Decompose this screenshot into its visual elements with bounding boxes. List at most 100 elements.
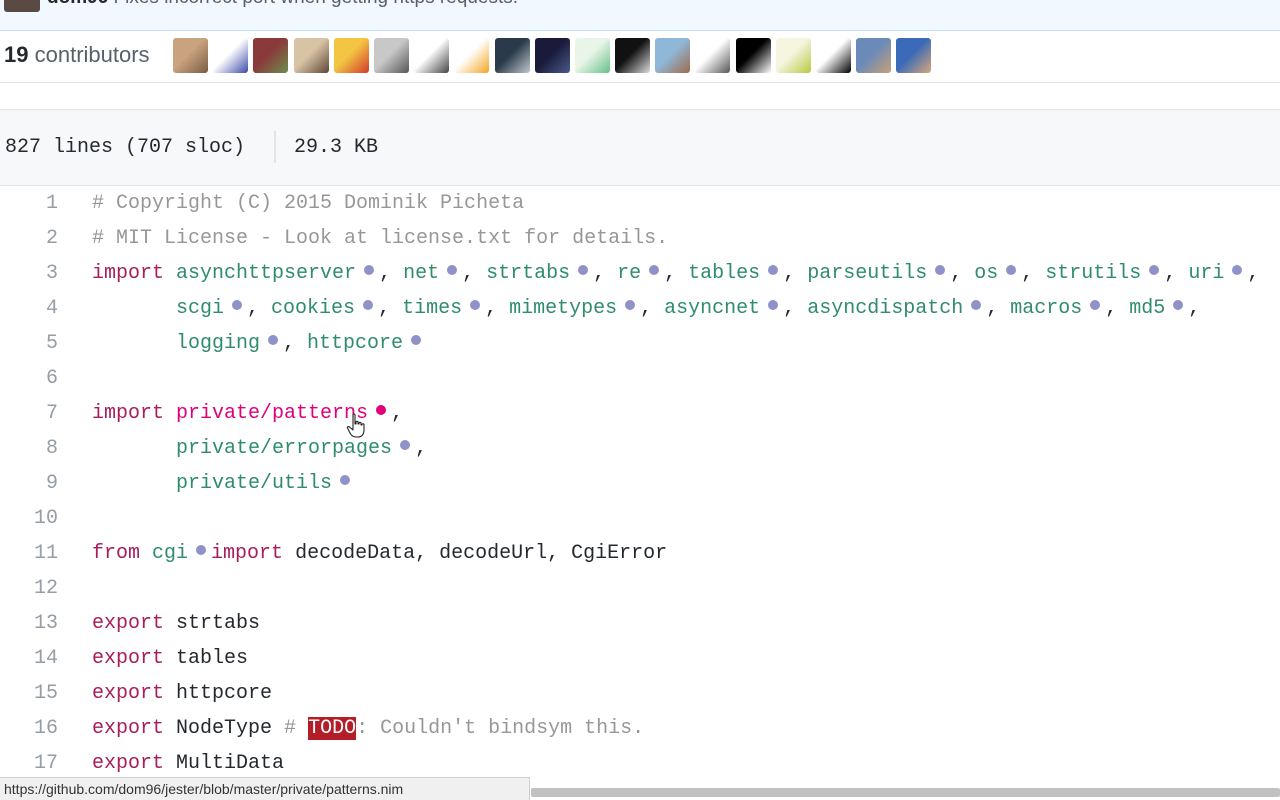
module-link[interactable]: times [402, 297, 462, 320]
line-number[interactable]: 10 [8, 507, 58, 530]
module-link[interactable]: asynchttpserver [176, 262, 356, 285]
contributor-avatar[interactable] [213, 38, 249, 73]
contributor-avatar[interactable] [414, 38, 450, 73]
line-number[interactable]: 13 [8, 612, 58, 635]
code-token: , [283, 332, 308, 355]
contributor-avatar[interactable] [735, 38, 771, 73]
horizontal-scrollbar[interactable] [531, 788, 1280, 797]
code-token: , [462, 262, 487, 285]
module-link[interactable]: md5 [1129, 297, 1165, 320]
module-link[interactable]: macros [1010, 297, 1082, 320]
code-line: 10 [0, 501, 1280, 536]
contributor-avatar[interactable] [253, 38, 289, 73]
module-link[interactable]: os [974, 262, 998, 285]
module-link[interactable]: private/errorpages [176, 437, 392, 460]
code-token: , [1105, 297, 1130, 320]
contributor-avatar[interactable] [534, 38, 570, 73]
commit-author-link[interactable]: dom96 [47, 0, 108, 8]
module-link[interactable]: mimetypes [509, 297, 617, 320]
module-link[interactable]: asyncdispatch [807, 297, 963, 320]
contributors-link[interactable]: 19 contributors [4, 42, 150, 68]
module-link[interactable]: private/patterns [176, 402, 368, 425]
contributor-avatar[interactable] [615, 38, 651, 73]
status-bar-url: https://github.com/dom96/jester/blob/mas… [0, 777, 530, 800]
module-link[interactable]: cgi [152, 542, 188, 565]
module-link[interactable]: httpcore [307, 332, 403, 355]
module-link[interactable]: cookies [271, 297, 355, 320]
code-content: export NodeType # TODO: Couldn't bindsym… [92, 717, 644, 740]
line-number[interactable]: 7 [8, 402, 58, 425]
contributor-avatar[interactable] [373, 38, 409, 73]
line-number[interactable]: 16 [8, 717, 58, 740]
module-marker-icon [364, 265, 375, 275]
contributor-avatar[interactable] [173, 38, 208, 73]
module-marker-icon [1232, 265, 1243, 275]
code-token: import [92, 402, 165, 425]
module-marker-icon [971, 300, 982, 310]
module-marker-icon [376, 405, 387, 415]
contributor-avatar[interactable] [454, 38, 490, 73]
module-link[interactable]: scgi [176, 297, 224, 320]
contributor-avatar[interactable] [695, 38, 731, 73]
code-content: # Copyright (C) 2015 Dominik Picheta [92, 192, 524, 215]
module-link[interactable]: tables [688, 262, 760, 285]
module-link[interactable]: strutils [1045, 262, 1141, 285]
line-number[interactable]: 3 [8, 262, 58, 285]
module-link[interactable]: net [403, 262, 439, 285]
module-link[interactable]: private/utils [176, 472, 332, 495]
module-link[interactable]: re [617, 262, 641, 285]
line-number[interactable]: 5 [8, 332, 58, 355]
module-link[interactable]: parseutils [807, 262, 927, 285]
module-link[interactable]: uri [1188, 262, 1224, 285]
contributor-avatar[interactable] [574, 38, 610, 73]
contributor-avatar[interactable] [293, 38, 329, 73]
code-token: strtabs [164, 612, 261, 635]
code-token: decodeData, decodeUrl, CgiError [283, 542, 668, 565]
code-content: private/errorpages, [92, 437, 427, 460]
code-token: export [92, 717, 165, 740]
module-marker-icon [1149, 265, 1160, 275]
code-token: httpcore [164, 682, 273, 705]
contributor-avatar[interactable] [494, 38, 530, 73]
contributor-avatar[interactable] [816, 38, 851, 73]
line-number[interactable]: 9 [8, 472, 58, 495]
code-line: 17 export MultiData [0, 746, 1280, 781]
code-token: export [92, 752, 165, 775]
contributor-avatar[interactable] [775, 38, 811, 73]
module-link[interactable]: strtabs [486, 262, 570, 285]
line-number[interactable]: 17 [8, 752, 58, 775]
module-link[interactable]: asyncnet [664, 297, 760, 320]
contributor-avatar[interactable] [896, 38, 932, 73]
code-token: from [92, 542, 141, 565]
contributor-avatar[interactable] [333, 38, 369, 73]
line-number[interactable]: 12 [8, 577, 58, 600]
code-token: , [1247, 262, 1260, 285]
module-marker-icon [1173, 300, 1184, 310]
contributor-avatar[interactable] [655, 38, 691, 73]
module-marker-icon [411, 335, 422, 345]
contributor-avatar[interactable] [856, 38, 892, 73]
code-content: export MultiData [92, 752, 284, 775]
line-number[interactable]: 8 [8, 437, 58, 460]
line-number[interactable]: 15 [8, 682, 58, 705]
code-line: 12 [0, 571, 1280, 606]
code-token: , [1188, 297, 1201, 320]
line-number[interactable]: 14 [8, 647, 58, 670]
line-number[interactable]: 1 [8, 192, 58, 215]
line-number[interactable]: 6 [8, 367, 58, 390]
code-line: 14 export tables [0, 641, 1280, 676]
code-line: 4 scgi, cookies, times, mimetypes, async… [0, 291, 1280, 326]
module-link[interactable]: logging [176, 332, 260, 355]
line-number[interactable]: 11 [8, 542, 58, 565]
line-number[interactable]: 4 [8, 297, 58, 320]
commit-author-avatar[interactable] [4, 0, 40, 12]
code-content: scgi, cookies, times, mimetypes, asyncne… [92, 297, 1200, 320]
line-number[interactable]: 2 [8, 227, 58, 250]
commit-message-link[interactable]: Fixes incorrect port when getting https … [114, 0, 518, 8]
file-header: 827 lines (707 sloc) 29.3 KB [0, 110, 1280, 186]
code-line: 15 export httpcore [0, 676, 1280, 711]
